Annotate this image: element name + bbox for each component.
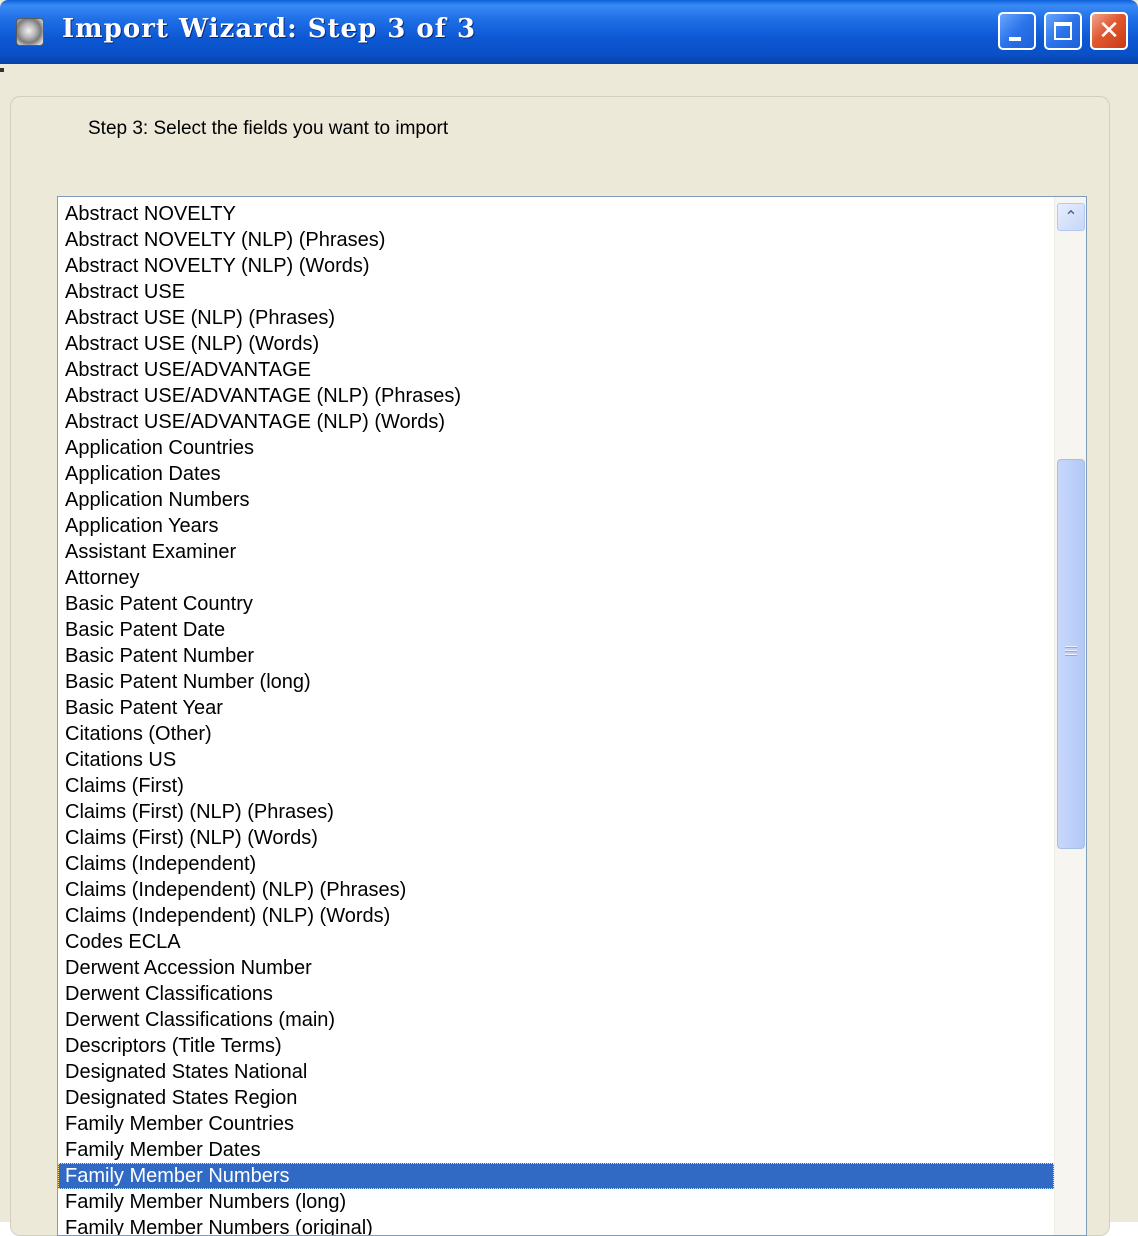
list-item[interactable]: Abstract NOVELTY (NLP) (Phrases) bbox=[58, 227, 1054, 253]
list-item[interactable]: Citations US bbox=[58, 747, 1054, 773]
title-bar[interactable]: Import Wizard: Step 3 of 3 ✕ bbox=[0, 0, 1138, 64]
list-item[interactable]: Basic Patent Country bbox=[58, 591, 1054, 617]
list-item-selected[interactable]: Family Member Numbers bbox=[58, 1163, 1054, 1189]
list-item[interactable]: Abstract NOVELTY (NLP) (Words) bbox=[58, 253, 1054, 279]
import-wizard-window: Import Wizard: Step 3 of 3 ✕ Step 3: Sel… bbox=[0, 0, 1138, 1236]
list-item[interactable]: Family Member Countries bbox=[58, 1111, 1054, 1137]
stray-dot bbox=[0, 68, 4, 72]
maximize-button[interactable] bbox=[1044, 12, 1082, 50]
list-item[interactable]: Basic Patent Year bbox=[58, 695, 1054, 721]
list-item[interactable]: Assistant Examiner bbox=[58, 539, 1054, 565]
list-item[interactable]: Abstract USE (NLP) (Words) bbox=[58, 331, 1054, 357]
list-item[interactable]: Designated States Region bbox=[58, 1085, 1054, 1111]
list-item[interactable]: Claims (First) (NLP) (Phrases) bbox=[58, 799, 1054, 825]
list-item[interactable]: Basic Patent Number bbox=[58, 643, 1054, 669]
grip-icon bbox=[1065, 646, 1077, 656]
list-item[interactable]: Claims (Independent) (NLP) (Phrases) bbox=[58, 877, 1054, 903]
list-item[interactable]: Abstract USE bbox=[58, 279, 1054, 305]
fields-list: Abstract NOVELTY Abstract NOVELTY (NLP) (… bbox=[58, 201, 1054, 1235]
list-item[interactable]: Citations (Other) bbox=[58, 721, 1054, 747]
list-item[interactable]: Abstract USE/ADVANTAGE (NLP) (Phrases) bbox=[58, 383, 1054, 409]
fields-listbox[interactable]: Abstract NOVELTY Abstract NOVELTY (NLP) (… bbox=[57, 196, 1087, 1236]
list-item[interactable]: Claims (First) bbox=[58, 773, 1054, 799]
list-item[interactable]: Derwent Classifications (main) bbox=[58, 1007, 1054, 1033]
window-title: Import Wizard: Step 3 of 3 bbox=[62, 14, 477, 44]
list-item[interactable]: Family Member Numbers (long) bbox=[58, 1189, 1054, 1215]
maximize-icon bbox=[1054, 22, 1072, 40]
list-item[interactable]: Family Member Numbers (original) bbox=[58, 1215, 1054, 1235]
list-item[interactable]: Claims (Independent) bbox=[58, 851, 1054, 877]
app-icon[interactable] bbox=[16, 18, 44, 46]
list-item[interactable]: Derwent Classifications bbox=[58, 981, 1054, 1007]
vertical-scrollbar[interactable]: ⌃ bbox=[1054, 197, 1086, 1235]
list-item[interactable]: Application Dates bbox=[58, 461, 1054, 487]
list-item[interactable]: Designated States National bbox=[58, 1059, 1054, 1085]
minimize-icon bbox=[1009, 37, 1021, 41]
list-item[interactable]: Application Years bbox=[58, 513, 1054, 539]
close-button[interactable]: ✕ bbox=[1090, 12, 1128, 50]
list-item[interactable]: Claims (Independent) (NLP) (Words) bbox=[58, 903, 1054, 929]
chevron-up-icon: ⌃ bbox=[1064, 207, 1078, 226]
list-item[interactable]: Basic Patent Date bbox=[58, 617, 1054, 643]
list-item[interactable]: Abstract USE/ADVANTAGE bbox=[58, 357, 1054, 383]
list-item[interactable]: Abstract USE (NLP) (Phrases) bbox=[58, 305, 1054, 331]
list-item[interactable]: Descriptors (Title Terms) bbox=[58, 1033, 1054, 1059]
list-item[interactable]: Attorney bbox=[58, 565, 1054, 591]
list-item[interactable]: Abstract NOVELTY bbox=[58, 201, 1054, 227]
close-icon: ✕ bbox=[1098, 16, 1120, 46]
list-item[interactable]: Basic Patent Number (long) bbox=[58, 669, 1054, 695]
list-item[interactable]: Codes ECLA bbox=[58, 929, 1054, 955]
scroll-up-button[interactable]: ⌃ bbox=[1057, 203, 1085, 231]
list-item[interactable]: Abstract USE/ADVANTAGE (NLP) (Words) bbox=[58, 409, 1054, 435]
list-item[interactable]: Family Member Dates bbox=[58, 1137, 1054, 1163]
list-item[interactable]: Application Countries bbox=[58, 435, 1054, 461]
list-item[interactable]: Claims (First) (NLP) (Words) bbox=[58, 825, 1054, 851]
minimize-button[interactable] bbox=[998, 12, 1036, 50]
list-item[interactable]: Application Numbers bbox=[58, 487, 1054, 513]
scroll-thumb[interactable] bbox=[1057, 459, 1085, 849]
step-instruction: Step 3: Select the fields you want to im… bbox=[88, 118, 449, 139]
list-item[interactable]: Derwent Accession Number bbox=[58, 955, 1054, 981]
